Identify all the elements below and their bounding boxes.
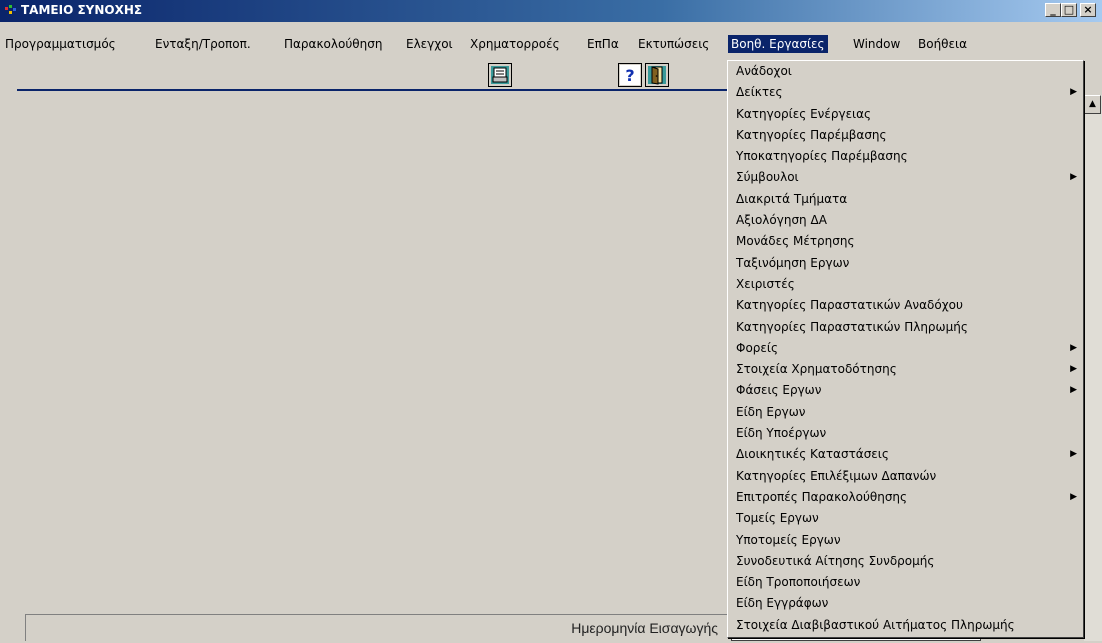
svg-text:?: ? xyxy=(625,66,634,85)
dropdown-item-label: Διακριτά Τμήματα xyxy=(736,191,848,206)
dropdown-item[interactable]: Χειριστές xyxy=(728,274,1083,295)
app-icon xyxy=(5,5,16,14)
dropdown-item[interactable]: Είδη Εγγράφων xyxy=(728,593,1083,614)
dropdown-item-label: Διοικητικές Καταστάσεις xyxy=(736,447,889,462)
menu-eppa[interactable]: ΕπΠα xyxy=(584,35,622,53)
dropdown-item[interactable]: Είδη Τροποποιήσεων xyxy=(728,572,1083,593)
voith-ergasies-dropdown: Ανάδοχοι Δείκτες ▶ Κατηγορίες Ενέργειας Κατη… xyxy=(727,60,1084,638)
submenu-arrow-icon: ▶ xyxy=(1070,364,1077,375)
dropdown-item[interactable]: Συνοδευτικά Αίτησης Συνδρομής xyxy=(728,551,1083,572)
menu-bar: Προγραμματισμός Ενταξη/Τροποπ. Παρακολού… xyxy=(0,22,1102,58)
dropdown-item[interactable]: Υποτομείς Εργων xyxy=(728,530,1083,551)
dropdown-item[interactable]: Φάσεις Εργων ▶ xyxy=(728,380,1083,401)
dropdown-item-label: Κατηγορίες Ενέργειας xyxy=(736,106,872,121)
submenu-arrow-icon: ▶ xyxy=(1070,491,1077,502)
dropdown-item-label: Δείκτες xyxy=(736,85,783,100)
dropdown-item[interactable]: Στοιχεία Χρηματοδότησης ▶ xyxy=(728,359,1083,380)
menu-entaxi[interactable]: Ενταξη/Τροποπ. xyxy=(152,35,254,53)
dropdown-item-label: Αξιολόγηση ΔΑ xyxy=(736,213,827,228)
dropdown-item[interactable]: Επιτροπές Παρακολούθησης ▶ xyxy=(728,487,1083,508)
dropdown-item[interactable]: Στοιχεία Διαβιβαστικού Αιτήματος Πληρωμή… xyxy=(728,615,1083,636)
help-icon: ? xyxy=(620,65,640,85)
print-icon xyxy=(491,66,509,84)
dropdown-item[interactable]: Κατηγορίες Παραστατικών Πληρωμής xyxy=(728,317,1083,338)
dropdown-item-label: Κατηγορίες Παραστατικών Πληρωμής xyxy=(736,319,968,334)
menu-xrimatorroes[interactable]: Χρηματορροές xyxy=(467,35,563,53)
dropdown-item-label: Στοιχεία Χρηματοδότησης xyxy=(736,362,897,377)
dropdown-item-label: Υποτομείς Εργων xyxy=(736,532,841,547)
dropdown-item[interactable]: Τομείς Εργων xyxy=(728,508,1083,529)
submenu-arrow-icon: ▶ xyxy=(1070,449,1077,460)
scroll-up-icon[interactable]: ▲ xyxy=(1084,95,1101,114)
dropdown-item[interactable]: Διακριτά Τμήματα xyxy=(728,189,1083,210)
dropdown-item-label: Στοιχεία Διαβιβαστικού Αιτήματος Πληρωμή… xyxy=(736,617,1015,632)
dropdown-item-label: Επιτροπές Παρακολούθησης xyxy=(736,489,908,504)
dropdown-item[interactable]: Κατηγορίες Ενέργειας xyxy=(728,104,1083,125)
dropdown-item-label: Είδη Τροποποιήσεων xyxy=(736,575,861,590)
menu-elegxoi[interactable]: Ελεγχοι xyxy=(403,35,456,53)
menu-ektyposeis[interactable]: Εκτυπώσεις xyxy=(635,35,712,53)
menu-voith-ergasies[interactable]: Βοηθ. Εργασίες xyxy=(728,35,828,53)
dropdown-item-label: Φάσεις Εργων xyxy=(736,383,822,398)
dropdown-item-label: Ταξινόμηση Εργων xyxy=(736,255,850,270)
exit-button[interactable] xyxy=(645,63,669,87)
dropdown-item-label: Φορείς xyxy=(736,340,778,355)
dropdown-item-label: Μονάδες Μέτρησης xyxy=(736,234,855,249)
dropdown-item[interactable]: Υποκατηγορίες Παρέμβασης xyxy=(728,146,1083,167)
submenu-arrow-icon: ▶ xyxy=(1070,172,1077,183)
dropdown-item[interactable]: Ταξινόμηση Εργων xyxy=(728,253,1083,274)
dropdown-item[interactable]: Δείκτες ▶ xyxy=(728,82,1083,103)
dropdown-item[interactable]: Είδη Εργων xyxy=(728,402,1083,423)
dropdown-item-label: Ανάδοχοι xyxy=(736,64,792,78)
dropdown-item[interactable]: Σύμβουλοι ▶ xyxy=(728,167,1083,188)
menu-programmatismos[interactable]: Προγραμματισμός xyxy=(2,35,119,53)
dropdown-item-label: Είδη Εγγράφων xyxy=(736,596,829,611)
dropdown-item-label: Κατηγορίες Επιλέξιμων Δαπανών xyxy=(736,468,937,483)
dropdown-item[interactable]: Αξιολόγηση ΔΑ xyxy=(728,210,1083,231)
dropdown-item[interactable]: Κατηγορίες Παραστατικών Αναδόχου xyxy=(728,295,1083,316)
menu-parakolouthisi[interactable]: Παρακολούθηση xyxy=(281,35,385,53)
submenu-arrow-icon: ▶ xyxy=(1070,385,1077,396)
dropdown-item[interactable]: Κατηγορίες Επιλέξιμων Δαπανών xyxy=(728,466,1083,487)
dropdown-item-label: Κατηγορίες Παρέμβασης xyxy=(736,127,887,142)
help-button[interactable]: ? xyxy=(618,63,642,87)
dropdown-item-label: Χειριστές xyxy=(736,276,795,291)
dropdown-item-label: Σύμβουλοι xyxy=(736,170,799,185)
menu-window[interactable]: Window xyxy=(850,35,903,53)
menu-voitheia[interactable]: Βοήθεια xyxy=(915,35,970,53)
dropdown-item[interactable]: Φορείς ▶ xyxy=(728,338,1083,359)
dropdown-item-label: Είδη Υποέργων xyxy=(736,426,827,441)
dropdown-item[interactable]: Κατηγορίες Παρέμβασης xyxy=(728,125,1083,146)
dropdown-item-label: Υποκατηγορίες Παρέμβασης xyxy=(736,149,908,164)
dropdown-item-label: Κατηγορίες Παραστατικών Αναδόχου xyxy=(736,298,963,313)
dropdown-item-label: Είδη Εργων xyxy=(736,404,806,419)
maximize-button[interactable]: □ xyxy=(1061,3,1077,17)
dropdown-item[interactable]: Είδη Υποέργων xyxy=(728,423,1083,444)
vertical-scrollbar[interactable]: ▲ xyxy=(1084,95,1102,641)
window-title: ΤΑΜΕΙΟ ΣΥΝΟΧΗΣ xyxy=(21,3,143,17)
dropdown-item-label: Τομείς Εργων xyxy=(736,511,819,526)
title-bar: ΤΑΜΕΙΟ ΣΥΝΟΧΗΣ _ □ × xyxy=(0,0,1102,22)
dropdown-item-label: Συνοδευτικά Αίτησης Συνδρομής xyxy=(736,553,935,568)
exit-door-icon xyxy=(648,66,666,85)
dropdown-item[interactable]: Μονάδες Μέτρησης xyxy=(728,231,1083,252)
status-panel: Ημερομηνία Εισαγωγής xyxy=(25,614,730,641)
print-button[interactable] xyxy=(488,63,512,87)
minimize-button[interactable]: _ xyxy=(1045,3,1061,17)
submenu-arrow-icon: ▶ xyxy=(1070,87,1077,98)
dropdown-item[interactable]: Διοικητικές Καταστάσεις ▶ xyxy=(728,444,1083,465)
dropdown-item[interactable]: Ανάδοχοι xyxy=(728,61,1083,82)
close-button[interactable]: × xyxy=(1080,3,1096,17)
submenu-arrow-icon: ▶ xyxy=(1070,342,1077,353)
entry-date-label: Ημερομηνία Εισαγωγής xyxy=(571,620,718,636)
